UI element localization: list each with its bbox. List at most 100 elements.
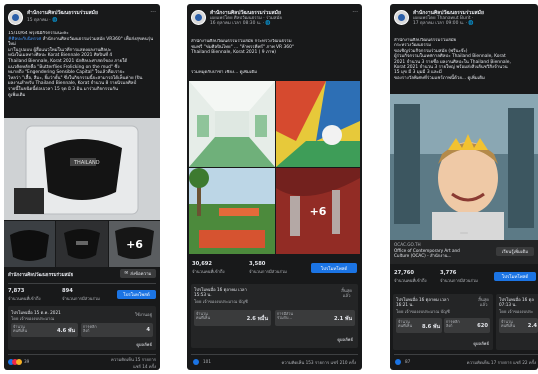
post-image-1[interactable]	[189, 81, 275, 167]
post-image-main[interactable]	[390, 94, 538, 240]
post-caption: สำนักงานศิลปวัฒนธรรมร่วมสมัย กระทรวงวัฒน…	[191, 39, 295, 56]
reaction-count[interactable]: 87	[405, 359, 410, 364]
see-results-link[interactable]: ดูผลลัพธ์	[473, 340, 489, 347]
post-image-4[interactable]: +6	[276, 168, 360, 254]
ad-date: โปรโมทเมื่อ 16 ตุลาคม เวลา 15:53 น.	[194, 287, 247, 297]
post-caption: 15/10/64 พรุ่งนี้มีกิจกรรมนะคะ #ศิลปะกับ…	[8, 31, 156, 115]
ad-stat-reach: จำนวน คนที่เห็น 8.6 พัน	[396, 318, 442, 333]
ad-owner: โดย เจ้าของงบประ	[499, 309, 534, 314]
post-image-2[interactable]	[276, 81, 360, 167]
mask-thumb-photo	[4, 221, 55, 267]
ad-stat-engagement: การมีส่วน ร่วมกับ... 2.1 พัน	[275, 310, 355, 326]
ad-stat-value: 4	[146, 327, 150, 333]
post-caption: สำนักงานศิลปวัฒนธรรมร่วมสมัย กระทรวงวัฒน…	[394, 38, 511, 81]
see-results-link[interactable]: ดูผลลัพธ์	[136, 341, 152, 348]
post-card-2: สำนักงานศิลปวัฒนธรรมร่วมสมัย เผยแพร่โดย …	[187, 4, 362, 370]
like-reaction-icon[interactable]	[193, 359, 199, 365]
ad-status: ใช้งานอยู่	[134, 312, 152, 317]
engagement-label: จำนวนการมีส่วนร่วม	[440, 278, 478, 283]
ad-stat-value: 8.6 พัน	[422, 324, 440, 330]
boost-post-button[interactable]: โปรโมทโพสต์	[311, 263, 357, 273]
reach-value: 30,692	[192, 261, 213, 267]
ad-stat-label: การคลิก ลิงก์	[83, 324, 97, 334]
reach-label: จำนวนคนที่เข้าถึง	[394, 278, 427, 283]
post-card-3: สำนักงานศิลปวัฒนธรรมร่วมสมัย เผยแพร่โดย …	[390, 4, 538, 370]
ad-date: โปรโมทเมื่อ 16 ตุลาคม เวลา 16:21 น.	[396, 297, 449, 307]
mask-thumb-photo	[56, 221, 108, 267]
reach-value: 7,873	[8, 288, 25, 294]
page-label[interactable]: สำนักงานศิลปวัฒนธรรมร่วมสมัย	[8, 272, 73, 279]
ad-owner: โดย เจ้าของงบประมาณ บัญชี	[194, 299, 248, 304]
ad-stat-label: จำนวน คนที่เห็น	[196, 311, 211, 321]
carousel-indicator[interactable]	[460, 232, 468, 234]
post-image-thumb-3[interactable]: +6	[109, 221, 160, 267]
send-message-button[interactable]: ✉ ส่งข้อความ	[120, 269, 156, 278]
post-caption-more[interactable]: รวมหมุดกับปาชา เชียง... ดูเพิ่มเติม	[191, 70, 358, 76]
boost-post-button[interactable]: โปรโมทโพสต์	[494, 272, 536, 281]
ad-stat-value: 4.6 พัน	[57, 328, 75, 334]
boost-post-button[interactable]: โปรโมทโพสต์	[117, 290, 156, 299]
ad-stat-clicks: การคลิก ลิงก์ 4	[81, 323, 153, 337]
more-options-icon[interactable]: ···	[352, 9, 358, 16]
svg-text:THAILAND: THAILAND	[73, 160, 100, 166]
more-options-icon[interactable]: ···	[150, 9, 156, 16]
engagement-summary[interactable]: ความคิดเห็น 153 รายการ แชร์ 210 ครั้ง	[281, 359, 356, 366]
ad-date: โปรโมทเมื่อ 16 ตุล 07:13 น.	[499, 297, 534, 307]
post-image-main[interactable]: THAILAND	[4, 118, 160, 220]
ad-stat-reach: จำนวน คนที่เห็น 2.4	[499, 318, 538, 333]
engagement-summary[interactable]: ความคิดเห็น 17 รายการ แชร์ 22 ครั้ง	[467, 359, 536, 366]
reaction-count[interactable]: 101	[203, 359, 211, 364]
ad-status: สิ้นสุด แล้ว	[341, 288, 352, 298]
ad-owner: โดย เจ้าของงบประมาณ บัญชี	[396, 309, 450, 314]
ad-stat-value: 620	[477, 323, 488, 329]
see-results-link[interactable]: ดูผลลัพธ์	[337, 336, 353, 343]
ad-stat-label: จำนวน คนที่เห็น	[13, 324, 28, 334]
divider	[191, 354, 358, 355]
portrait-photo	[390, 94, 538, 240]
reaction-count[interactable]: 39	[24, 359, 29, 364]
post-image-3[interactable]	[189, 168, 275, 254]
outdoor-installation-photo	[189, 168, 275, 254]
ad-stat-label: การมีส่วน ร่วมกับ...	[277, 311, 294, 321]
post-card-1: สำนักงานศิลปวัฒนธรรมร่วมสมัย 15 ตุลาคม ·…	[4, 4, 160, 370]
ad-stat-value: 2.4	[527, 323, 537, 329]
ad-summary-panel: โปรโมทเมื่อ 15 ต.ค. 2021 โดย เจ้าของงบปร…	[8, 306, 156, 350]
gallery-interior-photo	[189, 81, 275, 167]
engagement-summary[interactable]: ความคิดเห็น 15 รายการ แชร์ 14 ครั้ง	[111, 356, 156, 370]
care-reaction-icon[interactable]	[16, 359, 22, 365]
post-meta: เผยแพร่โดย ศิลปวัฒนธรรม · ร่วมสมัย 16 ตุ…	[210, 16, 282, 26]
link-title: Office of Contemporary Art and Culture (…	[394, 248, 460, 258]
hashtag-link[interactable]: #ศิลปะกับนิทรรศ	[8, 37, 41, 42]
post-header: สำนักงานศิลปวัฒนธรรมร่วมสมัย เผยแพร่โดย …	[394, 9, 534, 31]
ad-stat-value: 2.6 หมื่น	[246, 316, 268, 322]
post-image-thumb-2[interactable]	[56, 221, 108, 267]
divider	[394, 354, 538, 355]
caption-body: สำนักงานศิลปวัฒนธรรมร่วมสมัย VR360° เพื่…	[8, 36, 154, 98]
link-domain: OCAC.GO.TH	[394, 242, 421, 247]
ad-summary-panel: โปรโมทเมื่อ 16 ตุลาคม เวลา 16:21 น. โดย …	[393, 294, 493, 350]
ad-status: สิ้นสุด แล้ว	[478, 297, 489, 307]
mask-photo: THAILAND	[4, 118, 160, 220]
post-meta: 15 ตุลาคม · 🌐	[27, 18, 58, 23]
page-avatar[interactable]	[394, 10, 409, 25]
link-preview[interactable]: OCAC.GO.TH Office of Contemporary Art an…	[390, 240, 538, 264]
page-avatar[interactable]	[8, 10, 23, 25]
ad-stat-reach: จำนวน คนที่เห็น 2.6 หมื่น	[194, 310, 271, 326]
ad-stat-value: 2.1 พัน	[334, 316, 352, 322]
post-header: สำนักงานศิลปวัฒนธรรมร่วมสมัย เผยแพร่โดย …	[191, 9, 358, 31]
reach-label: จำนวนคนที่เข้าถึง	[192, 269, 225, 274]
ad-summary-panel-2: โปรโมทเมื่อ 16 ตุล 07:13 น. โดย เจ้าของง…	[496, 294, 538, 350]
ad-stat-label: จำนวน คนที่เห็น	[398, 319, 413, 329]
like-reaction-icon[interactable]	[395, 359, 401, 365]
mural-photo	[276, 81, 360, 167]
more-photos-count[interactable]: +6	[276, 168, 360, 254]
divider	[8, 283, 156, 284]
post-image-thumb-1[interactable]	[4, 221, 55, 267]
learn-more-button[interactable]: เรียนรู้เพิ่มเติม	[496, 247, 534, 256]
post-meta: เผยแพร่โดย Thanawut Burit · 17 ตุลาคม เว…	[413, 16, 474, 26]
engagement-value: 3,580	[249, 261, 266, 267]
more-photos-count[interactable]: +6	[109, 221, 160, 267]
engagement-label: จำนวนการมีส่วนร่วม	[249, 269, 287, 274]
send-message-label: ส่งข้อความ	[130, 272, 152, 277]
page-avatar[interactable]	[191, 10, 206, 25]
